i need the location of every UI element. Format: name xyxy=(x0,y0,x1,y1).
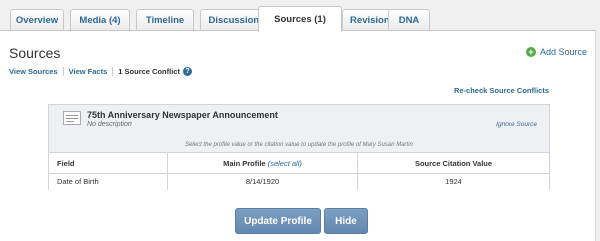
table-header: Field Main Profile (select all) Source C… xyxy=(49,153,549,174)
main-profile-label: Main Profile xyxy=(223,159,266,168)
ignore-source-link[interactable]: Ignore Source xyxy=(496,121,537,128)
add-source-button[interactable]: + Add Source xyxy=(525,47,587,57)
source-conflict-count: 1 Source Conflict xyxy=(118,67,180,76)
source-description: No description xyxy=(87,121,132,128)
recheck-conflicts-link[interactable]: Re-check Source Conflicts xyxy=(454,86,549,95)
update-profile-button[interactable]: Update Profile xyxy=(235,208,321,234)
column-field: Field xyxy=(57,159,75,168)
hide-button[interactable]: Hide xyxy=(324,208,368,234)
select-all-link[interactable]: (select all) xyxy=(268,159,302,168)
add-source-label: Add Source xyxy=(539,47,587,57)
view-sources-link[interactable]: View Sources xyxy=(9,67,58,76)
newspaper-icon xyxy=(63,111,81,125)
divider xyxy=(62,67,64,76)
column-main-profile: Main Profile (select all) xyxy=(167,153,357,173)
tab-media[interactable]: Media (4) xyxy=(70,9,130,31)
page-title: Sources xyxy=(9,45,61,61)
tab-sources[interactable]: Sources (1) xyxy=(258,6,342,32)
row-field: Date of Birth xyxy=(57,177,99,186)
table-row: Date of Birth 8/14/1920 1924 xyxy=(49,174,549,190)
source-conflict-box: 75th Anniversary Newspaper Announcement … xyxy=(48,104,550,190)
row-citation-value[interactable]: 1924 xyxy=(357,174,549,190)
instruction-text: Select the profile value or the citation… xyxy=(185,142,413,148)
sources-subnav: View Sources View Facts 1 Source Conflic… xyxy=(9,67,192,76)
plus-icon: + xyxy=(525,47,536,57)
divider xyxy=(112,67,114,76)
row-profile-value[interactable]: 8/14/1920 xyxy=(167,174,357,190)
sources-panel: Sources + Add Source View Sources View F… xyxy=(0,30,596,241)
source-header: 75th Anniversary Newspaper Announcement … xyxy=(49,105,549,153)
tab-overview[interactable]: Overview xyxy=(10,9,64,31)
tab-bar: Overview Media (4) Timeline Discussions … xyxy=(0,0,600,32)
source-title: 75th Anniversary Newspaper Announcement xyxy=(87,110,278,120)
help-icon[interactable]: ? xyxy=(182,67,192,76)
view-facts-link[interactable]: View Facts xyxy=(69,67,108,76)
column-source-citation: Source Citation Value xyxy=(357,153,549,173)
tab-dna[interactable]: DNA xyxy=(388,9,430,31)
tab-timeline[interactable]: Timeline xyxy=(136,9,194,31)
